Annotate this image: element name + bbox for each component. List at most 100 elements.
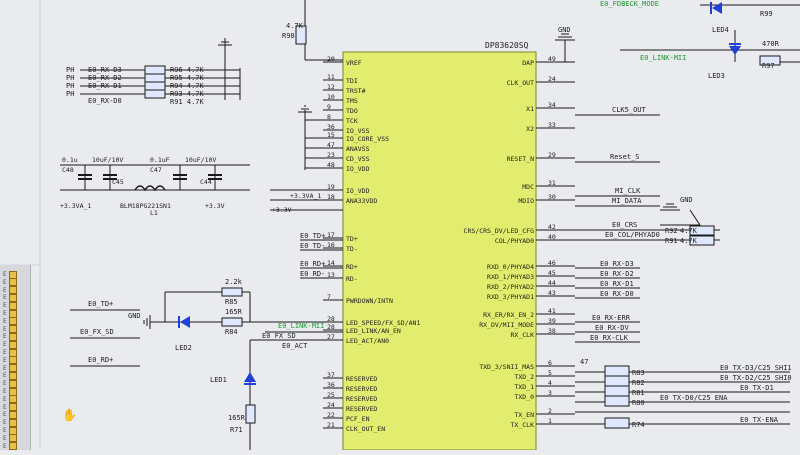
- left-pin-number: 19: [327, 183, 335, 191]
- net-reset-s: Reset_S: [610, 153, 640, 161]
- net-tx-d2: E0_TX-D2/C25_SHI0: [720, 374, 792, 382]
- panel-row-item[interactable]: E: [3, 293, 25, 302]
- net-e0-act: E0_ACT: [282, 342, 308, 350]
- panel-row-item[interactable]: E: [3, 317, 25, 326]
- right-pin-number: 46: [548, 259, 556, 267]
- panel-row-item[interactable]: E: [3, 379, 25, 388]
- left-pin-name: TD+: [346, 235, 358, 243]
- right-pin-name: TXD_2: [514, 373, 534, 381]
- panel-row-item[interactable]: E: [3, 426, 25, 435]
- right-pin-number: 40: [548, 233, 556, 241]
- right-pin-name: COL/PHYAD0: [495, 237, 534, 245]
- panel-swatch-icon: [8, 442, 17, 451]
- panel-swatch-icon: [8, 410, 17, 419]
- panel-row-label: E: [3, 427, 7, 434]
- label-r81: R81: [632, 389, 645, 397]
- net-rx-d3: E0_RX-D3: [600, 260, 634, 268]
- right-pin-name: RXD_3/PHYAD1: [487, 293, 534, 301]
- panel-row-item[interactable]: E: [3, 325, 25, 334]
- net-mi-clk: MI_CLK: [615, 187, 641, 195]
- right-pin-name: CRS/CRS_DV/LED_CFG: [464, 227, 535, 235]
- panel-row-item[interactable]: E: [3, 418, 25, 427]
- left-pin-name: CD_VSS: [346, 155, 370, 163]
- right-pin-number: 33: [548, 121, 556, 129]
- left-pin-name: TD-: [346, 245, 358, 253]
- left-pin-name: IO_VDD: [346, 165, 370, 173]
- panel-row-item[interactable]: E: [3, 340, 25, 349]
- left-pin-number: 23: [327, 151, 335, 159]
- label-r97-value: 470R: [762, 40, 780, 48]
- panel-row-item[interactable]: E: [3, 371, 25, 380]
- right-pin-number: 38: [548, 327, 556, 335]
- right-pin-number: 24: [548, 75, 556, 83]
- panel-row-item[interactable]: E: [3, 301, 25, 310]
- left-pin-name: PCF_EN: [346, 415, 370, 423]
- panel-row-label: E: [3, 395, 7, 403]
- right-pin-name: RX_CLK: [511, 331, 535, 339]
- left-pin-number: 22: [327, 411, 335, 419]
- panel-swatch-icon: [8, 286, 17, 295]
- label-c48-value: 0.1u: [62, 156, 78, 164]
- net-power-33va-chip: +3.3VA_1: [290, 192, 321, 200]
- panel-swatch-icon: [8, 317, 17, 326]
- left-pin-name: TDO: [346, 107, 358, 115]
- label-c47: C47: [150, 166, 162, 174]
- right-pin-name: RXD_0/PHYAD4: [487, 263, 534, 271]
- label-r97: R97: [762, 62, 775, 70]
- left-pin-name: LED_ACT/AN0: [346, 337, 389, 345]
- net-left-rx-d2: E0_RX-D2: [88, 74, 122, 82]
- right-pin-name: DAP: [522, 59, 534, 67]
- left-pin-name: RESERVED: [346, 405, 377, 413]
- panel-row-item[interactable]: E: [3, 410, 25, 419]
- panel-row-item[interactable]: E: [3, 442, 25, 451]
- net-tx-d0: E0_TX-D0/C25_ENA: [660, 394, 728, 402]
- component-panel[interactable]: EEEEEEEEEEEEEEEEEEEEEEE: [0, 265, 31, 451]
- left-pin-number: 18: [327, 193, 335, 201]
- net-tx-d1: E0_TX-D1: [740, 384, 774, 392]
- net-power-33v-left: +3.3V: [205, 202, 225, 210]
- label-led4: LED4: [712, 26, 729, 34]
- panel-row-item[interactable]: E: [3, 364, 25, 373]
- panel-row-item[interactable]: E: [3, 403, 25, 412]
- panel-row-item[interactable]: E: [3, 356, 25, 365]
- right-pin-name: MDIO: [518, 197, 534, 205]
- label-r93: R93 4.7K: [170, 90, 205, 98]
- label-ph-4: PH: [66, 90, 74, 98]
- label-r91-left: R91 4.7K: [170, 98, 205, 106]
- panel-row-item[interactable]: E: [3, 286, 25, 295]
- panel-swatch-icon: [8, 371, 17, 380]
- panel-row-item[interactable]: E: [3, 387, 25, 396]
- right-pin-number: 4: [548, 379, 552, 387]
- net-link-mii-left: E0_LINK-MII: [278, 322, 324, 330]
- net-e0-fx-sd: E0_FX_SD: [262, 332, 296, 340]
- left-pin-number: 36: [327, 123, 335, 131]
- label-r83: R83: [632, 369, 645, 377]
- panel-row-item[interactable]: E: [3, 309, 25, 318]
- panel-row-item[interactable]: E: [3, 395, 25, 404]
- right-pin-number: 49: [548, 55, 556, 63]
- label-r71-value: 165R: [228, 414, 246, 422]
- panel-row-item[interactable]: E: [3, 434, 25, 443]
- panel-row-item[interactable]: E: [3, 332, 25, 341]
- label-r80: R80: [632, 399, 645, 407]
- led4-icon: [712, 2, 722, 14]
- left-pin-name: CLK_OUT_EN: [346, 425, 385, 433]
- left-pin-number: 25: [327, 391, 335, 399]
- left-pin-number: 27: [327, 333, 335, 341]
- left-pin-number: 12: [327, 83, 335, 91]
- schematic-canvas[interactable]: DP83620SQ CLK5_OUT Reset_S MI_CLK MI_DAT…: [0, 0, 800, 451]
- panel-row-label: E: [3, 278, 7, 286]
- led2-icon: [180, 316, 190, 328]
- panel-row-item[interactable]: E: [3, 278, 25, 287]
- net-clk5-out: CLK5_OUT: [612, 106, 647, 114]
- right-pin-number: 31: [548, 179, 556, 187]
- label-r84-value: 165R: [225, 308, 243, 316]
- panel-row-item[interactable]: E: [3, 270, 25, 279]
- net-mi-data: MI_DATA: [612, 197, 642, 205]
- panel-row-label: E: [3, 356, 7, 364]
- schematic-svg[interactable]: DP83620SQ CLK5_OUT Reset_S MI_CLK MI_DAT…: [0, 0, 800, 451]
- left-pin-name: RD-: [346, 275, 358, 283]
- label-r98-value: 4.7K: [286, 22, 304, 30]
- left-pin-name: RESERVED: [346, 375, 377, 383]
- panel-row-item[interactable]: E: [3, 348, 25, 357]
